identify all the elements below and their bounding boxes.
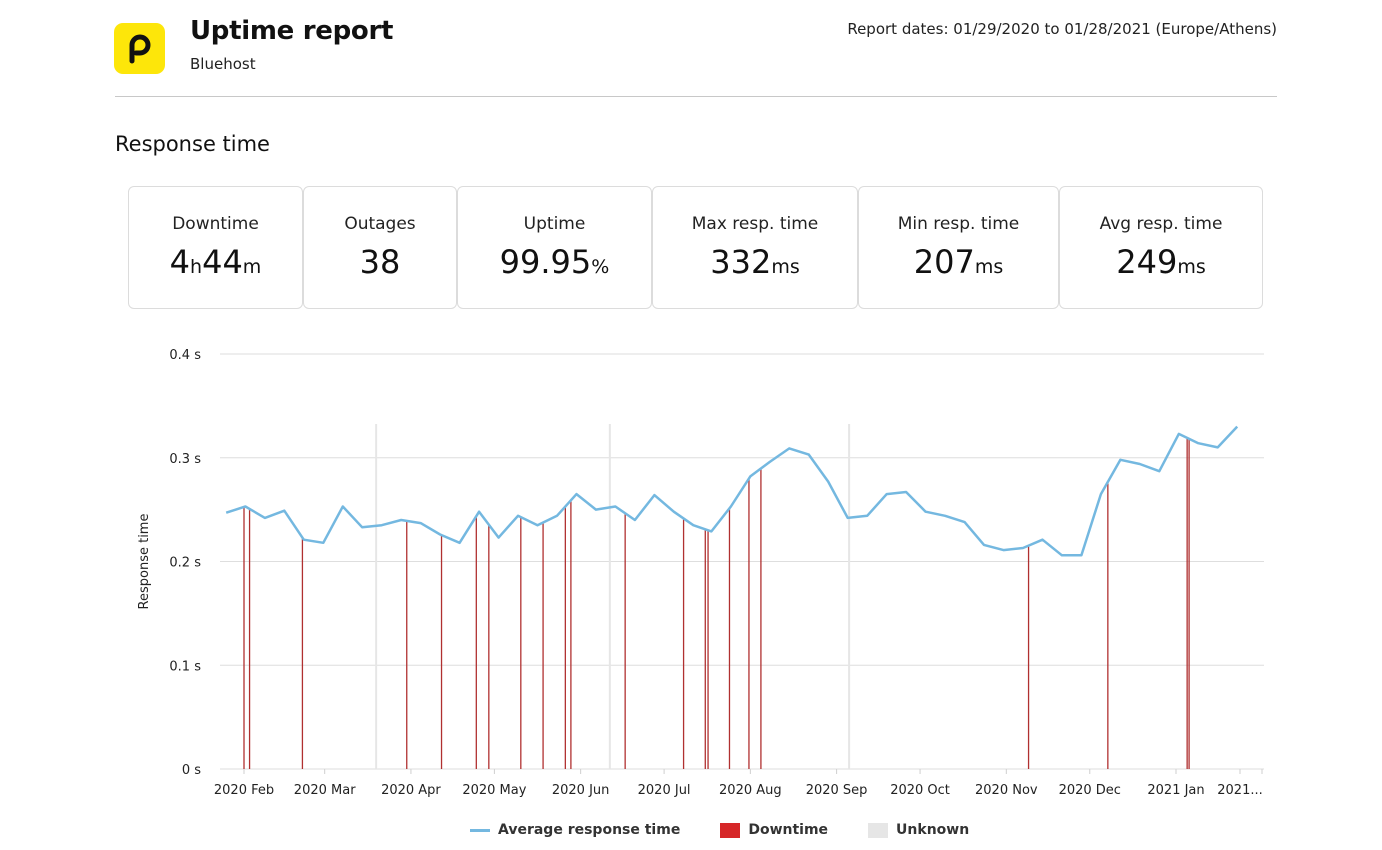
stat-card-max-resp-time: Max resp. time 332ms: [652, 186, 858, 309]
pingdom-p-logo-icon: [129, 34, 150, 63]
x-tick-label: 2020 May: [462, 783, 526, 798]
y-tick-label: 0 s: [182, 763, 201, 778]
x-tick-label: 2020 Oct: [890, 783, 950, 798]
legend-downtime-swatch: [720, 822, 741, 838]
stat-value: 38: [304, 242, 456, 282]
legend-label-downtime: Downtime: [748, 822, 829, 838]
x-tick-label: 2020 Apr: [381, 783, 441, 798]
x-tick-label: 2020 Mar: [294, 783, 356, 798]
y-tick-label: 0.2 s: [169, 556, 201, 571]
x-tick-label: 2020 Sep: [806, 783, 868, 798]
x-tick-label: 2020 Jun: [552, 783, 610, 798]
x-tick-label: 2021 Jan: [1147, 783, 1204, 798]
legend-label-average: Average response time: [498, 822, 681, 838]
stat-number: 249: [1116, 243, 1178, 281]
stat-card-downtime: Downtime 4h44m: [128, 186, 303, 309]
y-axis-label: Response time: [137, 514, 152, 610]
stat-card-outages: Outages 38: [303, 186, 457, 309]
x-tick-label: 2020 Nov: [975, 783, 1038, 798]
y-tick-label: 0.1 s: [169, 659, 201, 674]
x-tick-label: 2020 Dec: [1059, 783, 1121, 798]
stat-label: Outages: [344, 214, 416, 234]
stat-label: Avg resp. time: [1099, 214, 1223, 234]
stat-value: 249ms: [1060, 242, 1262, 287]
stat-unit: m: [242, 256, 262, 278]
stat-unit: %: [591, 256, 610, 278]
x-tick-label: 2021...: [1217, 783, 1262, 798]
chart-legend: Average response time Downtime Unknown: [470, 822, 1009, 838]
legend-label-unknown: Unknown: [896, 822, 970, 838]
x-tick-label: 2020 Aug: [719, 783, 782, 798]
stat-label: Max resp. time: [691, 214, 819, 234]
stat-unit: h: [190, 256, 203, 278]
stat-number: 99.95: [499, 243, 592, 281]
header-divider: [115, 96, 1277, 97]
stat-number: 38: [359, 243, 401, 281]
legend-unknown-swatch: [868, 822, 889, 838]
report-title: Uptime report: [190, 16, 394, 46]
stat-number: 44: [202, 243, 243, 281]
stat-unit: ms: [974, 256, 1004, 278]
stat-value: 99.95%: [458, 242, 651, 287]
y-tick-label: 0.3 s: [169, 452, 201, 467]
stat-value: 332ms: [653, 242, 857, 287]
legend-line-swatch: [470, 828, 490, 832]
section-title: Response time: [115, 132, 270, 156]
stat-number: 207: [913, 243, 975, 281]
y-tick-label: 0.4 s: [169, 348, 201, 363]
stat-label: Downtime: [172, 214, 259, 234]
chart-svg: 0 s 0.1 s 0.2 s 0.3 s 0.4 s Response time 2020…: [137, 348, 1264, 798]
stat-card-min-resp-time: Min resp. time 207ms: [858, 186, 1059, 309]
legend-item-average[interactable]: Average response time: [470, 822, 680, 838]
site-name: Bluehost: [190, 55, 256, 73]
response-time-chart: 0 s 0.1 s 0.2 s 0.3 s 0.4 s Response time 2020…: [0, 330, 1382, 810]
report-dates: Report dates: 01/29/2020 to 01/28/2021 (…: [847, 20, 1277, 38]
stat-card-avg-resp-time: Avg resp. time 249ms: [1059, 186, 1263, 309]
stat-card-uptime: Uptime 99.95%: [457, 186, 652, 309]
legend-item-downtime[interactable]: Downtime: [720, 822, 828, 838]
logo: [114, 23, 165, 74]
stat-value: 207ms: [859, 242, 1058, 287]
stat-unit: ms: [771, 256, 800, 278]
stat-value: 4h44m: [129, 242, 302, 287]
average-response-time-line: [225, 425, 1239, 557]
x-tick-label: 2020 Feb: [214, 783, 274, 798]
x-tick-label: 2020 Jul: [638, 783, 691, 798]
stat-number: 332: [710, 243, 772, 281]
legend-item-unknown[interactable]: Unknown: [868, 822, 969, 838]
stat-unit: ms: [1177, 256, 1206, 278]
stat-label: Min resp. time: [897, 214, 1020, 234]
stat-label: Uptime: [523, 214, 586, 234]
stat-number: 4: [169, 243, 191, 281]
